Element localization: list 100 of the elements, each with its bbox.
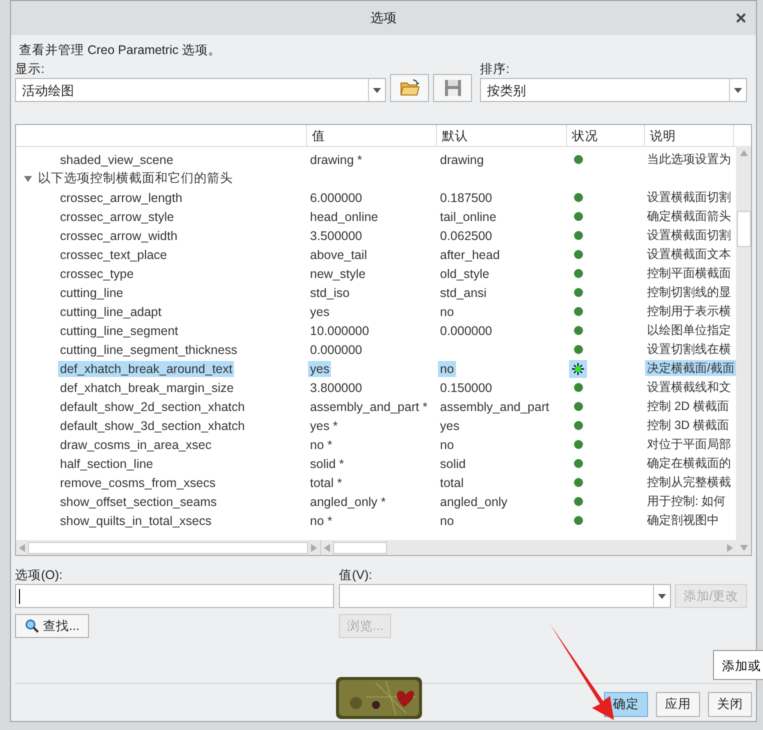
scroll-thumb[interactable] — [28, 542, 308, 554]
option-row[interactable]: half_section_line solid * solid 确定在横截面的 — [16, 454, 736, 473]
option-name: show_offset_section_seams — [60, 494, 217, 508]
option-row[interactable]: show_offset_section_seams angled_only * angled_only 用于控制: 如何 — [16, 492, 736, 511]
sort-label: 排序: — [480, 61, 510, 78]
option-value: angled_only * — [310, 494, 386, 508]
option-description: 设置横截线和文 — [647, 380, 731, 394]
display-dropdown[interactable]: 活动绘图 — [15, 78, 386, 102]
star-status-icon — [572, 362, 584, 374]
scroll-down-icon[interactable] — [740, 545, 748, 551]
option-description: 设置横截面切割 — [647, 190, 731, 204]
status-dot-icon — [574, 345, 582, 354]
scroll-right-icon[interactable] — [727, 544, 733, 552]
option-description: 确定在横截面的 — [647, 456, 731, 470]
option-row[interactable]: cutting_line_adapt yes no 控制用于表示横 — [16, 302, 736, 321]
option-description: 对位于平面局部 — [647, 437, 731, 451]
option-row[interactable]: default_show_2d_section_xhatch assembly_and_part * assembly_and_part 控制 2D 横截面 — [16, 397, 736, 416]
option-description: 决定横截面/截面 — [645, 360, 736, 376]
scroll-up-icon[interactable] — [740, 150, 748, 156]
vertical-scrollbar[interactable] — [736, 146, 751, 555]
option-name: remove_cosms_from_xsecs — [60, 476, 216, 490]
status-dot-icon — [574, 383, 582, 392]
intro-text: 查看并管理 Creo Parametric 选项。 — [19, 42, 222, 59]
option-row[interactable]: default_show_3d_section_xhatch yes * yes 控制 3D 横截面 — [16, 416, 736, 435]
option-row[interactable]: remove_cosms_from_xsecs total * total 控制从完整横截 — [16, 473, 736, 492]
default-value: no — [440, 304, 454, 318]
close-icon[interactable] — [736, 13, 746, 23]
option-input[interactable] — [15, 584, 334, 608]
option-description: 控制用于表示横 — [647, 304, 731, 318]
option-row[interactable]: cutting_line std_iso std_ansi 控制切割线的显 — [16, 283, 736, 302]
status-dot-icon — [574, 459, 582, 468]
save-button[interactable] — [433, 74, 472, 102]
sort-dropdown[interactable]: 按类别 — [480, 78, 747, 102]
option-name: draw_cosms_in_area_xsec — [60, 438, 212, 452]
option-label: 选项(O): — [15, 567, 64, 584]
option-value: head_online — [310, 210, 378, 224]
dialog-button[interactable]: 应用 — [656, 692, 700, 717]
status-dot-icon — [574, 288, 582, 297]
status-dot-icon — [574, 250, 582, 259]
option-description: 控制 2D 横截面 — [647, 399, 730, 413]
open-folder-button[interactable] — [390, 74, 429, 102]
default-value: tail_online — [440, 210, 496, 224]
default-value: drawing — [440, 152, 484, 166]
option-name: default_show_3d_section_xhatch — [60, 418, 245, 432]
option-name: crossec_type — [60, 266, 134, 280]
option-description: 设置横截面文本 — [647, 247, 731, 261]
option-row[interactable]: crossec_arrow_style head_online tail_online 确定横截面箭头 — [16, 207, 736, 226]
dropdown-arrow-icon — [658, 594, 666, 598]
option-description: 设置切割线在横 — [647, 342, 731, 356]
option-row[interactable]: crossec_text_place above_tail after_head 设置横截面文本 — [16, 245, 736, 264]
column-header[interactable]: 值 — [307, 125, 437, 146]
window-title: 选项 — [370, 9, 396, 27]
scroll-thumb[interactable] — [333, 542, 387, 554]
dropdown-arrow-icon — [373, 88, 381, 92]
option-value: above_tail — [310, 248, 367, 262]
option-name: crossec_arrow_width — [60, 228, 178, 242]
tooltip: 添加或 — [713, 650, 763, 680]
option-row[interactable]: crossec_arrow_length 6.000000 0.187500 设置横截面切割 — [16, 188, 736, 207]
horizontal-scrollbar[interactable] — [16, 540, 321, 555]
dialog-button[interactable]: 关闭 — [708, 692, 752, 717]
option-value: std_iso — [310, 286, 350, 300]
option-row[interactable]: shaded_view_scene drawing * drawing 当此选项设置为 — [16, 150, 736, 169]
default-value: total — [440, 476, 464, 490]
option-row[interactable]: def_xhatch_break_margin_size 3.800000 0.150000 设置横截线和文 — [16, 378, 736, 397]
status-dot-icon — [574, 516, 582, 525]
expanded-triangle-icon[interactable] — [24, 174, 32, 182]
option-name: crossec_text_place — [60, 248, 168, 262]
column-header[interactable]: 默认 — [437, 125, 567, 146]
option-name: cutting_line_segment_thickness — [60, 342, 238, 356]
option-row[interactable]: crossec_type new_style old_style 控制平面横截面 — [16, 264, 736, 283]
option-value: 6.000000 — [310, 190, 362, 204]
default-value: no — [438, 360, 456, 376]
option-row[interactable]: show_quilts_in_total_xsecs no * no 确定剖视图中 — [16, 511, 736, 530]
scroll-right-icon[interactable] — [311, 544, 317, 552]
option-row[interactable]: cutting_line_segment 10.000000 0.000000 以绘图单位指定 — [16, 321, 736, 340]
option-row[interactable]: draw_cosms_in_area_xsec no * no 对位于平面局部 — [16, 435, 736, 454]
option-row[interactable]: cutting_line_segment_thickness 0.000000 设置切割线在横 — [16, 340, 736, 359]
option-value: total * — [310, 476, 342, 490]
option-value: no * — [310, 514, 332, 528]
default-value: angled_only — [440, 494, 508, 508]
default-value: 0.062500 — [440, 228, 492, 242]
column-header[interactable]: 状况 — [567, 125, 645, 146]
scroll-left-icon[interactable] — [324, 544, 330, 552]
find-button[interactable]: 查找... — [15, 614, 90, 638]
status-dot-icon — [574, 269, 582, 278]
folder-icon — [400, 79, 420, 97]
value-dropdown[interactable] — [339, 584, 671, 608]
column-header[interactable]: 说明 — [645, 125, 734, 146]
option-row[interactable]: crossec_arrow_width 3.500000 0.062500 设置横截面切割 — [16, 226, 736, 245]
option-name: crossec_arrow_length — [60, 190, 182, 204]
option-description: 用于控制: 如何 — [647, 494, 726, 508]
option-value: 0.000000 — [310, 342, 362, 356]
default-value: solid — [440, 456, 466, 470]
option-row[interactable]: def_xhatch_break_around_text yes no 决定横截面/截面 — [16, 359, 736, 378]
horizontal-scrollbar[interactable] — [321, 540, 736, 555]
status-dot-icon — [574, 421, 582, 430]
scroll-left-icon[interactable] — [19, 544, 25, 552]
default-value: 0.000000 — [440, 324, 492, 338]
option-description: 控制平面横截面 — [647, 266, 731, 280]
scroll-thumb[interactable] — [736, 211, 750, 247]
